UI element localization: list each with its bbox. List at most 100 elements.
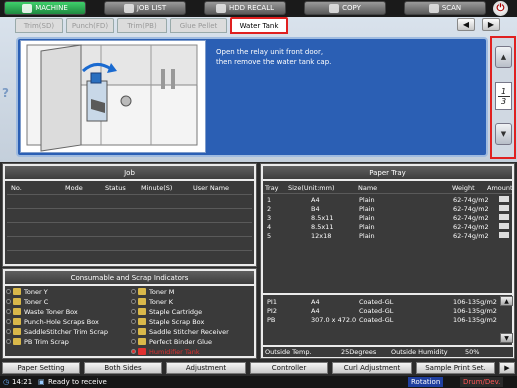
status-dot-icon <box>6 329 11 334</box>
page-up-button[interactable]: ▲ <box>495 46 512 68</box>
machine-tab-button[interactable]: MACHINE <box>4 1 86 15</box>
status-dot-icon <box>131 299 136 304</box>
triangle-up-icon: ▲ <box>500 53 507 61</box>
tray-tray: 3 <box>267 214 272 222</box>
job-list-tab-button[interactable]: JOB LIST <box>104 1 186 15</box>
consumable-right-5: Perfect Binder Glue <box>131 337 212 346</box>
chevron-right-icon: ▶ <box>487 20 495 29</box>
tab-trim-pb[interactable]: Trim(PB) <box>117 18 167 33</box>
tray-col-weight: Weight <box>452 184 475 192</box>
tray-weight: 106-135g/m2 <box>453 298 497 306</box>
tab-glue-pellet[interactable]: Glue Pellet <box>170 18 227 33</box>
consumable-icon <box>138 318 146 325</box>
paper-setting-button[interactable]: Paper Setting <box>2 362 80 374</box>
tray-row[interactable]: 2 B4 Plain 62-74g/m2 <box>263 204 513 213</box>
hdd-recall-tab-button[interactable]: HDD RECALL <box>204 1 286 15</box>
outside-env-bar: Outside Temp. 25Degrees Outside Humidity… <box>263 347 513 357</box>
adjustment-button[interactable]: Adjustment <box>166 362 246 374</box>
status-dot-icon <box>6 319 11 324</box>
status-dot-icon <box>131 289 136 294</box>
copy-icon <box>329 3 340 13</box>
power-icon[interactable]: ⏻ <box>493 1 508 16</box>
help-icon[interactable]: ? <box>2 86 14 100</box>
curl-adjustment-button[interactable]: Curl Adjustment <box>332 362 412 374</box>
paper-amount-icon <box>499 205 509 211</box>
paper-amount-icon <box>499 214 509 220</box>
copy-tab-button[interactable]: COPY <box>304 1 386 15</box>
tab-water-tank[interactable]: Water Tank <box>230 17 288 34</box>
triangle-down-icon: ▼ <box>504 334 509 342</box>
status-dot-icon <box>131 329 136 334</box>
tray-row[interactable]: 3 8.5x11 Plain 62-74g/m2 <box>263 213 513 222</box>
consumable-icon <box>138 348 146 355</box>
status-dot-icon <box>6 339 11 344</box>
consumable-right-4: Saddle Stitcher Receiver <box>131 327 229 336</box>
paper-amount-icon <box>499 223 509 229</box>
sample-print-set-button[interactable]: Sample Print Set. <box>416 362 495 374</box>
status-dot-icon <box>131 349 136 354</box>
consumable-icon <box>13 288 21 295</box>
tray-weight: 62-74g/m2 <box>453 214 489 222</box>
scan-tab-button[interactable]: SCAN <box>404 1 486 15</box>
consumable-icon <box>138 308 146 315</box>
paper-amount-icon <box>499 196 509 202</box>
tray-weight: 106-135g/m2 <box>453 307 497 315</box>
status-dot-icon <box>6 289 11 294</box>
tray-size: B4 <box>311 205 320 213</box>
tab-punch-fd[interactable]: Punch(FD) <box>66 18 114 33</box>
tab-scroll-left-button[interactable]: ◀ <box>457 18 475 31</box>
tray-row[interactable]: PI2 A4 Coated-GL 106-135g/m2 <box>263 306 513 315</box>
tray-weight: 62-74g/m2 <box>453 223 489 231</box>
job-col-user: User Name <box>193 184 230 192</box>
consumable-icon <box>13 308 21 315</box>
relay-unit-illustration <box>20 40 206 153</box>
page-down-button[interactable]: ▼ <box>495 123 512 145</box>
status-dot-icon <box>131 339 136 344</box>
tray-name: Coated-GL <box>359 307 394 315</box>
tray-row[interactable]: 5 12x18 Plain 62-74g/m2 <box>263 231 513 240</box>
consumable-right-6: Humidifier Tank <box>131 347 200 356</box>
tray-size: 8.5x11 <box>311 223 334 231</box>
clock-icon: ◷ <box>3 378 10 386</box>
tray-tray: PI2 <box>267 307 277 315</box>
consumable-left-2: Waste Toner Box <box>6 307 78 316</box>
tray-tray: 4 <box>267 223 272 231</box>
tray-name: Coated-GL <box>359 298 394 306</box>
tray-tray: 1 <box>267 196 272 204</box>
tray-row[interactable]: 1 A4 Plain 62-74g/m2 <box>263 195 513 204</box>
status-dot-icon <box>6 309 11 314</box>
status-dot-icon <box>131 319 136 324</box>
tray-tray: PI1 <box>267 298 277 306</box>
status-message: Ready to receive <box>48 378 107 386</box>
tray-scroll-down-button[interactable]: ▼ <box>500 333 513 343</box>
tray-scroll-up-button[interactable]: ▲ <box>500 296 513 306</box>
consumable-icon <box>138 298 146 305</box>
consumables-title: Consumable and Scrap Indicators <box>5 271 254 284</box>
bottom-more-button[interactable]: ▶ <box>499 362 515 374</box>
rotation-indicator: Rotation <box>408 377 444 387</box>
tray-size: A4 <box>311 298 320 306</box>
tray-row[interactable]: PI1 A4 Coated-GL 106-135g/m2 <box>263 297 513 306</box>
status-dot-icon <box>6 299 11 304</box>
both-sides-button[interactable]: Both Sides <box>84 362 162 374</box>
printer-icon: ▣ <box>38 378 45 386</box>
guidance-instruction: Open the relay unit front door, then rem… <box>216 48 332 66</box>
job-col-no: No. <box>11 184 22 192</box>
controller-button[interactable]: Controller <box>250 362 328 374</box>
tray-row[interactable]: 4 8.5x11 Plain 62-74g/m2 <box>263 222 513 231</box>
page-navigator: ▲ 1 3 ▼ <box>490 36 516 159</box>
tray-name: Plain <box>359 223 375 231</box>
tray-col-size: Size(Unit:mm) <box>288 184 335 192</box>
paper-tray-title: Paper Tray <box>263 166 512 179</box>
tray-tray: 2 <box>267 205 272 213</box>
tray-tray: 5 <box>267 232 272 240</box>
consumable-icon <box>138 338 146 345</box>
tray-size: A4 <box>311 196 320 204</box>
tray-row[interactable]: PB 307.0 x 472.0 Coated-GL 106-135g/m2 <box>263 315 513 324</box>
tab-trim-sd[interactable]: Trim(SD) <box>15 18 63 33</box>
consumable-right-1: Toner K <box>131 297 173 306</box>
status-dot-icon <box>131 309 136 314</box>
drum-dev-indicator: Drum/Dev. <box>460 377 504 387</box>
tab-scroll-right-button[interactable]: ▶ <box>482 18 500 31</box>
tray-size: 12x18 <box>311 232 332 240</box>
